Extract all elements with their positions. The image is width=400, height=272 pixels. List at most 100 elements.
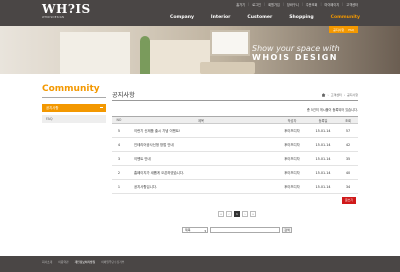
banner-text: Show your space with WHOIS DESIGN [252, 44, 340, 63]
site-footer: 회사소개 이용약관 개인정보처리방침 이메일무단수집거부 [0, 256, 400, 272]
nav-interior[interactable]: Interior [211, 15, 231, 20]
separator: | [248, 2, 250, 6]
prev-page-button[interactable]: ‹ [226, 211, 232, 217]
footer-email-policy[interactable]: 이메일무단수집거부 [101, 260, 124, 264]
separator: | [301, 2, 303, 6]
separator: | [342, 2, 344, 6]
sidebar-item-faq[interactable]: FAQ [42, 115, 106, 123]
header-date: 등록일 [318, 118, 328, 123]
footer-terms[interactable]: 이용약관 [58, 260, 68, 264]
row-hits: 40 [345, 170, 351, 175]
sidebar-item-notice[interactable]: 공지사항 [42, 104, 106, 112]
topnav-mypage[interactable]: 마이페이지 [325, 2, 340, 7]
breadcrumb-item[interactable]: 고객센터 [331, 93, 342, 97]
nav-company[interactable]: Company [170, 15, 194, 20]
header-no: NO [116, 118, 122, 122]
logo-text: WH?IS [42, 2, 91, 16]
row-title-link[interactable]: 이런기 신제품 출시 기념 이벤트! [126, 128, 276, 133]
row-date: 15.01.14 [315, 142, 331, 147]
subnav-notice[interactable]: 공지사항 [333, 28, 344, 32]
topnav-cart[interactable]: 장바구니 [287, 2, 299, 7]
footer-links: 회사소개 이용약관 개인정보처리방침 이메일무단수집거부 [42, 260, 124, 264]
topnav-login[interactable]: 로그인 [252, 2, 261, 7]
search-input[interactable] [210, 227, 280, 233]
search-button[interactable]: 검색 [282, 227, 292, 233]
breadcrumb: › 고객센터 › 공지사항 [321, 93, 358, 97]
footer-about[interactable]: 회사소개 [42, 260, 52, 264]
banner-brand: WHOIS DESIGN [252, 53, 338, 62]
banner-image-wall [60, 32, 130, 74]
topnav-home[interactable]: 홈가기 [236, 2, 245, 7]
next-page-button[interactable]: › [242, 211, 248, 217]
row-title-link[interactable]: 공지사항입니다. [126, 184, 276, 189]
main-nav: Company Interior Customer Shopping Commu… [170, 15, 360, 20]
row-title-link[interactable]: 이벤트 안내 [126, 156, 276, 161]
row-no: 3 [117, 156, 121, 161]
row-date: 15.01.14 [315, 156, 331, 161]
row-no: 4 [117, 142, 121, 147]
first-page-button[interactable]: « [218, 211, 224, 217]
banner-image-sofa [200, 62, 255, 74]
table-row: 3 이벤트 안내 후이즈디자 15.01.14 35 [112, 152, 358, 166]
post-count-text: 총 5건의 게시물이 등록되어 있습니다. [306, 108, 358, 112]
row-no: 2 [117, 170, 121, 175]
search-field-select[interactable]: 제목 ▾ [182, 227, 208, 233]
row-writer: 후이즈디자 [284, 143, 300, 147]
logo[interactable]: WH?IS WHOISDESIGN [42, 3, 91, 19]
breadcrumb-arrow-icon: › [343, 93, 345, 97]
home-icon[interactable] [321, 93, 326, 97]
row-writer: 후이즈디자 [284, 129, 300, 133]
banner-image-window [210, 30, 250, 56]
site-header: WH?IS WHOISDESIGN 홈가기 | 로그인 | 회원가입 | 장바구니 | … [0, 0, 400, 26]
row-no: 1 [117, 184, 121, 189]
search-bar: 제목 ▾ 검색 [182, 227, 292, 233]
search-field-value: 제목 [185, 228, 191, 232]
page-title: 공지사항 [112, 92, 135, 99]
topnav-orders[interactable]: 주문조회 [306, 2, 318, 7]
table-header: NO 제목 작성자 등록일 조회 [112, 116, 358, 124]
sidebar: Community 공지사항 FAQ [42, 84, 106, 123]
row-date: 15.01.14 [315, 184, 331, 189]
row-hits: 42 [345, 142, 351, 147]
header-title: 제목 [198, 118, 204, 123]
separator: | [282, 2, 284, 6]
topnav-support[interactable]: 고객센터 [346, 2, 358, 7]
notice-table: NO 제목 작성자 등록일 조회 5 이런기 신제품 출시 기념 이벤트! 후이… [112, 116, 358, 194]
row-no: 5 [117, 128, 121, 133]
logo-subtext: WHOISDESIGN [42, 16, 65, 19]
row-writer: 후이즈디자 [284, 185, 300, 189]
header-writer: 작성자 [287, 118, 297, 123]
row-hits: 35 [345, 156, 351, 161]
row-date: 15.01.14 [315, 128, 331, 133]
table-row: 1 공지사항입니다. 후이즈디자 15.01.14 34 [112, 180, 358, 194]
sidebar-title: Community [42, 84, 106, 98]
row-hits: 34 [345, 184, 351, 189]
last-page-button[interactable]: » [250, 211, 256, 217]
table-row: 5 이런기 신제품 출시 기념 이벤트! 후이즈디자 15.01.14 57 [112, 124, 358, 138]
footer-privacy[interactable]: 개인정보처리방침 [75, 260, 96, 264]
nav-community[interactable]: Community [331, 15, 360, 20]
pagination: « ‹ 1 › » [218, 211, 256, 217]
utility-nav: 홈가기 | 로그인 | 회원가입 | 장바구니 | 주문조회 | 마이페이지 | 고객센터 [236, 2, 358, 7]
row-title-link[interactable]: 인테리어공사신청 방법 안내 [126, 142, 276, 147]
breadcrumb-item[interactable]: 공지사항 [347, 93, 358, 97]
hero-banner: Show your space with WHOIS DESIGN [0, 26, 400, 74]
row-writer: 후이즈디자 [284, 157, 300, 161]
nav-shopping[interactable]: Shopping [289, 15, 313, 20]
breadcrumb-arrow-icon: › [327, 93, 329, 97]
separator: | [264, 2, 266, 6]
topnav-join[interactable]: 회원가입 [268, 2, 280, 7]
banner-tagline: Show your space with [252, 44, 340, 53]
row-date: 15.01.14 [315, 170, 331, 175]
header-hits: 조회 [345, 118, 351, 123]
row-title-link[interactable]: 홈페이지가 새롭게 오픈하였습니다. [126, 170, 276, 175]
title-divider [112, 100, 358, 101]
row-writer: 후이즈디자 [284, 171, 300, 175]
current-page[interactable]: 1 [234, 211, 240, 217]
write-button[interactable]: 글쓰기 [342, 197, 356, 204]
nav-customer[interactable]: Customer [247, 15, 272, 20]
table-row: 2 홈페이지가 새롭게 오픈하였습니다. 후이즈디자 15.01.14 40 [112, 166, 358, 180]
chevron-down-icon: ▾ [204, 229, 206, 233]
subnav-faq[interactable]: FAQ [348, 28, 354, 32]
banner-image-plant [140, 36, 150, 74]
